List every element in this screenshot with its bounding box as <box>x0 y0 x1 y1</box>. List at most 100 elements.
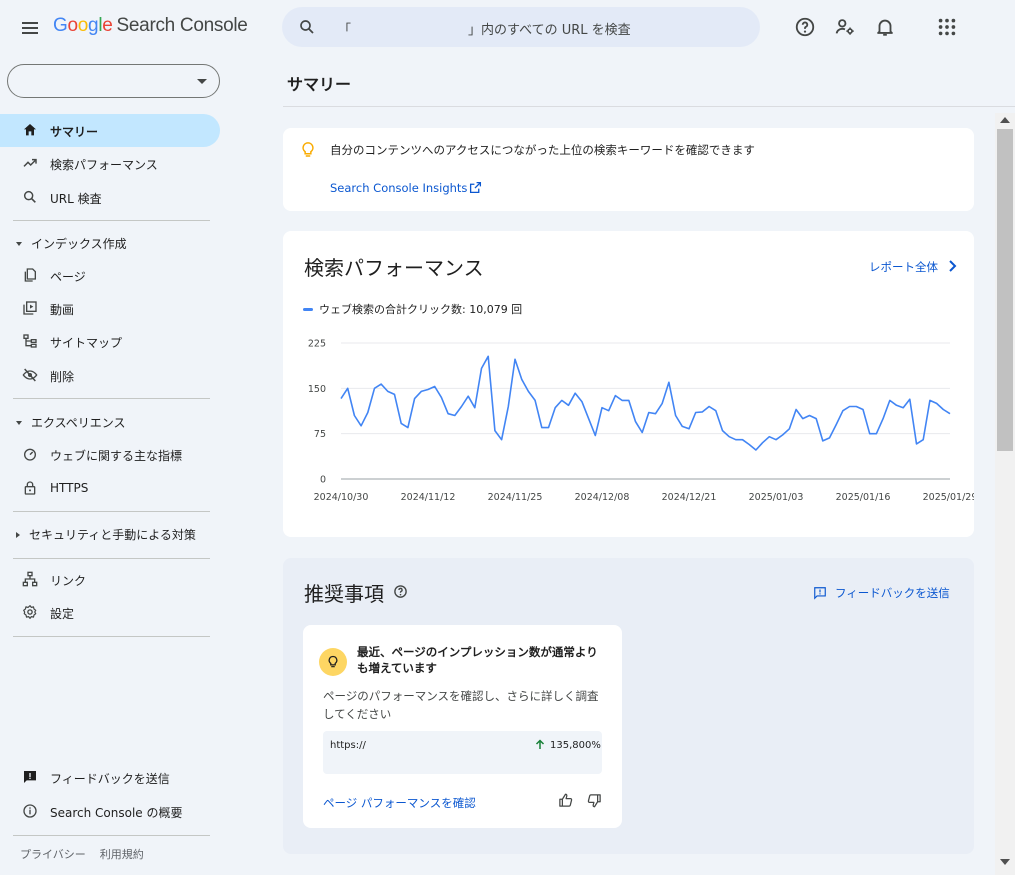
y-tick-label: 150 <box>308 384 326 395</box>
logo-letter: o <box>67 15 78 36</box>
section-indexing-toggle[interactable]: インデックス作成 <box>16 235 127 252</box>
title-divider <box>283 106 1015 107</box>
chevron-right-icon[interactable] <box>948 259 958 273</box>
arrow-up-icon <box>535 739 545 749</box>
search-console-insights-link[interactable]: Search Console Insights <box>330 181 467 195</box>
scroll-up-arrow[interactable] <box>1000 117 1010 123</box>
url-inspection-search-input[interactable]: 「 」内のすべての URL を検査 <box>282 7 760 47</box>
thumb-up-icon[interactable] <box>558 793 573 808</box>
page-title: サマリー <box>287 75 352 94</box>
sidebar-item-https[interactable]: HTTPS <box>0 472 220 505</box>
sidebar-item-label: 設定 <box>50 607 75 621</box>
sidebar-item-label: 動画 <box>50 303 75 317</box>
section-label: インデックス作成 <box>31 237 127 251</box>
full-report-link[interactable]: レポート全体 <box>869 259 938 275</box>
insights-card: 自分のコンテンツへのアクセスにつながった上位の検索キーワードを確認できます Se… <box>283 128 974 211</box>
sidebar-item-label: URL 検査 <box>50 192 102 206</box>
page-url: https:// <box>330 740 366 751</box>
privacy-link[interactable]: プライバシー <box>20 848 86 861</box>
sidebar-item-performance[interactable]: 検索パフォーマンス <box>0 147 220 180</box>
sidebar-divider <box>13 511 210 512</box>
feedback-label: フィードバックを送信 <box>835 586 950 600</box>
caret-right-icon <box>16 531 20 538</box>
trending-up-icon <box>23 158 37 167</box>
sidebar-item-removals[interactable]: 削除 <box>0 359 220 392</box>
chevron-down-icon <box>197 79 207 84</box>
sidebar-item-sitemaps[interactable]: サイトマップ <box>0 325 220 358</box>
notifications-icon[interactable] <box>874 16 896 38</box>
y-tick-label: 75 <box>314 429 326 440</box>
sidebar: サマリー 検索パフォーマンス URL 検査 インデックス作成 ページ 動画 サイ… <box>0 56 225 875</box>
sitemap-icon <box>23 334 37 348</box>
sidebar-item-pages[interactable]: ページ <box>0 259 220 292</box>
legend-label: ウェブ検索の合計クリック数: 10,079 回 <box>319 303 523 316</box>
legend-swatch <box>303 307 313 311</box>
help-icon[interactable] <box>794 16 816 38</box>
logo-letter: g <box>88 15 99 36</box>
search-placeholder: 「 」内のすべての URL を検査 <box>338 23 631 38</box>
vertical-scrollbar[interactable] <box>995 113 1015 875</box>
sidebar-divider <box>13 558 210 559</box>
x-tick-label: 2025/01/03 <box>749 492 804 503</box>
y-tick-label: 225 <box>308 339 326 350</box>
sidebar-divider <box>13 398 210 399</box>
y-tick-label: 0 <box>320 475 326 486</box>
property-selector[interactable] <box>7 64 220 98</box>
settings-icon <box>23 605 37 619</box>
apps-grid-icon[interactable] <box>936 16 958 38</box>
feedback-icon <box>814 587 826 600</box>
logo-letter: o <box>77 15 89 36</box>
sidebar-item-label: 削除 <box>50 370 75 384</box>
logo-letter: e <box>102 15 113 36</box>
x-tick-label: 2024/10/30 <box>314 492 369 503</box>
manage-account-icon[interactable] <box>834 16 856 38</box>
thumb-down-icon[interactable] <box>587 793 602 808</box>
sidebar-item-settings[interactable]: 設定 <box>0 596 220 629</box>
sidebar-divider <box>13 835 210 836</box>
lightbulb-icon <box>319 648 347 676</box>
section-security-toggle[interactable]: セキュリティと手動による対策 <box>16 526 196 543</box>
feedback-icon <box>24 771 36 783</box>
performance-title: 検索パフォーマンス <box>304 256 484 280</box>
change-percent: 135,800% <box>550 740 601 751</box>
insight-text: 自分のコンテンツへのアクセスにつながった上位の検索キーワードを確認できます <box>330 143 755 157</box>
recommendations-title: 推奨事項 <box>304 582 384 606</box>
sidebar-item-summary[interactable]: サマリー <box>0 114 220 147</box>
sidebar-divider <box>13 636 210 637</box>
recommendations-panel: 推奨事項 フィードバックを送信 最近、ページのインプレッション数が通常よりも増え… <box>283 558 974 854</box>
sidebar-item-send-feedback[interactable]: フィードバックを送信 <box>0 761 220 794</box>
section-experience-toggle[interactable]: エクスペリエンス <box>16 414 126 431</box>
review-page-performance-link[interactable]: ページ パフォーマンスを確認 <box>323 795 476 811</box>
caret-down-icon <box>16 241 22 246</box>
sidebar-item-core-web-vitals[interactable]: ウェブに関する主な指標 <box>0 438 220 471</box>
sidebar-item-video[interactable]: 動画 <box>0 292 220 325</box>
sidebar-item-links[interactable]: リンク <box>0 563 220 596</box>
links-icon <box>22 571 38 587</box>
sidebar-item-label: サマリー <box>50 125 99 139</box>
sidebar-item-label: ページ <box>50 270 86 284</box>
search-console-logo[interactable]: Google Search Console <box>53 15 248 37</box>
x-tick-label: 2024/11/12 <box>401 492 456 503</box>
url-change-box: https:// 135,800% <box>323 731 602 774</box>
recommendation-card: 最近、ページのインプレッション数が通常よりも増えています ページのパフォーマンス… <box>303 625 622 828</box>
main-menu-button[interactable] <box>16 14 44 42</box>
sidebar-item-label: フィードバックを送信 <box>50 772 170 786</box>
pages-icon <box>24 268 36 282</box>
terms-link[interactable]: 利用規約 <box>100 848 144 861</box>
open-in-new-icon[interactable] <box>469 181 482 194</box>
clicks-line-chart: 0 75 150 225 2024/10/30 2024/11/12 2024/11/25 2… <box>308 339 974 504</box>
send-feedback-button[interactable]: フィードバックを送信 <box>813 585 950 601</box>
chart-legend: ウェブ検索の合計クリック数: 10,079 回 <box>303 301 522 317</box>
sidebar-item-url-inspection[interactable]: URL 検査 <box>0 181 220 214</box>
help-icon[interactable] <box>393 584 408 599</box>
sidebar-item-label: リンク <box>50 574 87 588</box>
recommendation-headline: 最近、ページのインプレッション数が通常よりも増えています <box>357 645 598 675</box>
x-tick-label: 2025/01/16 <box>836 492 891 503</box>
speed-icon <box>24 448 36 461</box>
sidebar-divider <box>13 220 210 221</box>
sidebar-item-about[interactable]: Search Console の概要 <box>0 795 220 828</box>
top-app-bar: Google Search Console 「 」内のすべての URL を検査 <box>0 0 1015 56</box>
scroll-thumb[interactable] <box>997 129 1013 451</box>
scroll-down-arrow[interactable] <box>1000 859 1010 865</box>
lightbulb-icon <box>302 142 314 157</box>
